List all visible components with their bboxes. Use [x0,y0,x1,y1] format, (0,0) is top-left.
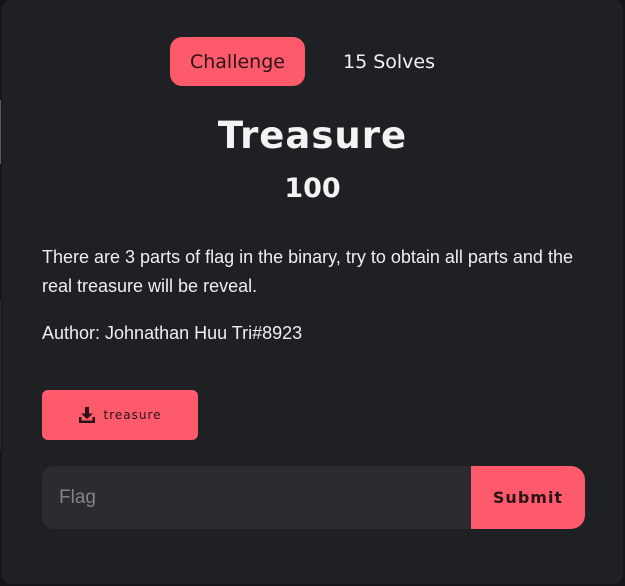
tab-challenge[interactable]: Challenge [169,37,305,86]
challenge-value: 100 [284,173,341,204]
challenge-name: Treasure [217,114,408,157]
challenge-description: There are 3 parts of flag in the binary,… [42,247,573,296]
modal-tabs: Challenge 15 Solves [2,37,623,86]
tab-solves[interactable]: 15 Solves [323,37,455,86]
challenge-modal: Challenge 15 Solves Treasure 100 There a… [2,0,623,584]
flag-input[interactable] [42,466,471,529]
download-file-label: treasure [103,408,162,422]
download-icon [79,407,96,423]
challenge-author: Author: Johnathan Huu Tri#8923 [42,323,303,343]
download-file-button[interactable]: treasure [42,390,198,440]
submit-button[interactable]: Submit [471,466,585,529]
flag-form: Submit [42,466,585,529]
